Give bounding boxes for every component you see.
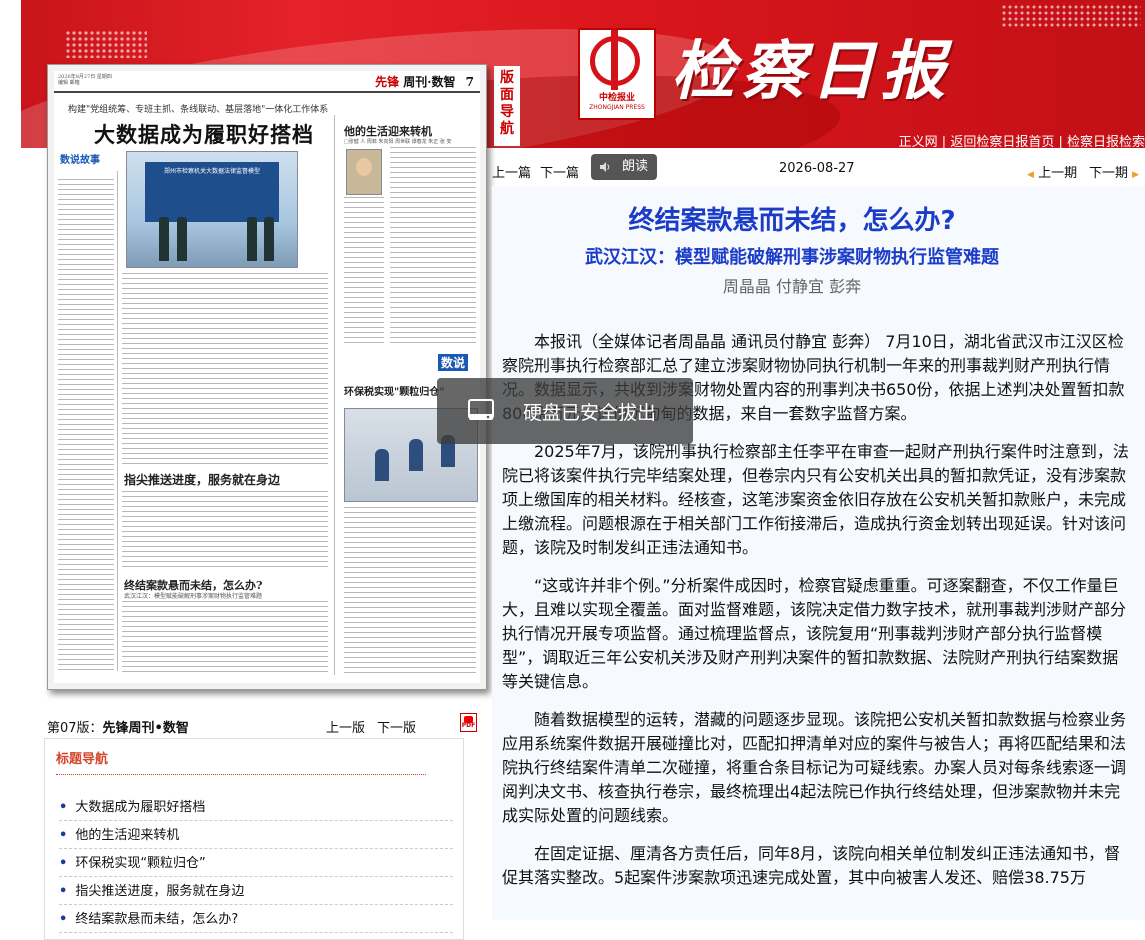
- toast-message: 硬盘已安全拔出: [523, 402, 657, 424]
- article-paragraph: 2025年7月，该院刑事执行检察部主任李平在审查一起财产刑执行案件时注意到，法院…: [502, 442, 1129, 557]
- top-links: 正义网 | 返回检察日报首页 | 检察日报检索: [898, 135, 1145, 148]
- thumb-column-rule: [117, 171, 118, 671]
- thumb-person: [247, 217, 257, 261]
- pdf-download-icon[interactable]: PDF: [460, 713, 477, 732]
- thumb-subtitle: 构建"党组统筹、专班主抓、条线联动、基层落地"一体化工作体系: [68, 105, 329, 115]
- thumb-title-3: 环保税实现"颗粒归仓": [344, 387, 445, 398]
- next-article-link[interactable]: 下一篇: [540, 162, 579, 181]
- thumb-section-rest: 周刊·数智: [403, 75, 456, 89]
- page-pager: 第07版：先锋周刊•数智 上一版 下一版 PDF: [47, 713, 479, 736]
- banner-dots: [65, 30, 147, 58]
- prev-issue-link[interactable]: ◀ 上一期: [1027, 162, 1077, 181]
- thumb-title-4: 指尖推送进度，服务就在身边: [124, 473, 281, 487]
- link-search[interactable]: 检察日报检索: [1067, 135, 1145, 148]
- logo-en-text: ZHONGJIAN PRESS: [589, 104, 645, 111]
- page-label: 第07版：先锋周刊•数智: [47, 717, 189, 736]
- article-authors: 周晶晶 付静宜 彭奔: [722, 277, 862, 296]
- prev-article-link[interactable]: 上一篇: [492, 162, 531, 181]
- article-paragraph: 在固定证据、厘清各方责任后，同年8月，该院向相关单位制发纠正违法通知书，督促其落…: [502, 844, 1121, 887]
- thumb-text-block: [122, 601, 328, 675]
- title-nav-item[interactable]: 终结案款悬而未结，怎么办?: [59, 905, 453, 933]
- prev-issue-label: 上一期: [1038, 166, 1078, 181]
- brand-title: 检察日报: [671, 34, 951, 109]
- title-nav-heading: 标题导航: [56, 752, 109, 767]
- title-nav-item[interactable]: 他的生活迎来转机: [59, 821, 453, 849]
- thumb-text-block: [344, 197, 384, 347]
- article-paragraph: 随着数据模型的运转，潜藏的问题逐步显现。该院把公安机关暂扣款数据与检察业务应用系…: [502, 710, 1127, 825]
- thumb-shuo-tag: 数说: [438, 354, 469, 371]
- thumb-text-block: [58, 179, 114, 673]
- next-issue-label: 下一期: [1089, 166, 1129, 181]
- drive-ejected-toast: 硬盘已安全拔出: [437, 378, 693, 444]
- thumb-right-title: 他的生活迎来转机: [344, 125, 432, 138]
- thumb-person: [159, 217, 169, 261]
- thumb-text-block: [344, 507, 476, 673]
- newspaper-page-thumbnail[interactable]: 2026年8月27日 星期四 编辑 邮箱 先锋 周刊·数智 7 构建"党组统筹、…: [47, 64, 487, 690]
- thumb-title-5-sub: 武汉江汉：模型赋能破解刑事涉案财物执行监管难题: [124, 593, 263, 600]
- logo-cn-text: 中检报业: [598, 93, 635, 103]
- article-toolbar: 上一篇 下一篇 朗读 2026-08-27 ◀ 上一期 下一期 ▶: [492, 152, 1145, 186]
- thumb-text-block: [390, 147, 476, 347]
- page-label-name: 先锋周刊•数智: [102, 721, 189, 736]
- thumb-text-block: [122, 491, 328, 571]
- next-issue-link[interactable]: 下一期 ▶: [1089, 162, 1139, 181]
- thumb-meta-editor: 编辑 邮箱: [58, 80, 80, 86]
- next-page-link[interactable]: 下一版: [377, 717, 416, 736]
- thumb-photo-screen: 郑州市检察机关大数据法律监督模型: [145, 162, 279, 222]
- thumb-person: [264, 217, 274, 261]
- thumb-header: 2026年8月27日 星期四 编辑 邮箱 先锋 周刊·数智 7: [54, 71, 480, 93]
- title-nav-item[interactable]: 大数据成为履职好搭档: [59, 793, 453, 821]
- page-label-prefix: 第07版：: [47, 721, 103, 736]
- thumb-page-no: 7: [465, 75, 474, 89]
- thumb-photo-main: 郑州市检察机关大数据法律监督模型: [126, 151, 298, 268]
- thumb-person: [177, 217, 187, 261]
- issue-date: 2026-08-27: [779, 161, 855, 176]
- press-logo: 中检报业 ZHONGJIAN PRESS: [578, 28, 656, 120]
- article-subtitle: 武汉江汉：模型赋能破解刑事涉案财物执行监管难题: [585, 247, 999, 268]
- banner-dots: [1001, 4, 1141, 28]
- article-title: 终结案款悬而未结，怎么办?: [628, 206, 956, 236]
- title-nav-list: 大数据成为履职好搭档 他的生活迎来转机 环保税实现“颗粒归仓” 指尖推送进度，服…: [59, 793, 453, 933]
- thumb-tag: 数说故事: [60, 155, 100, 166]
- link-zhengyi[interactable]: 正义网: [899, 135, 938, 148]
- thumb-section-main: 先锋: [375, 75, 400, 89]
- listen-label: 朗读: [622, 159, 649, 174]
- title-nav-item[interactable]: 环保税实现“颗粒归仓”: [59, 849, 453, 877]
- logo-bar-icon: [611, 30, 618, 90]
- title-nav-item[interactable]: 指尖推送进度，服务就在身边: [59, 877, 453, 905]
- title-nav-divider: [56, 774, 426, 775]
- title-navigation: 标题导航 大数据成为履职好搭档 他的生活迎来转机 环保税实现“颗粒归仓” 指尖推…: [44, 738, 464, 940]
- thumb-section: 先锋 周刊·数智 7: [375, 73, 474, 90]
- thumb-meta: 2026年8月27日 星期四 编辑 邮箱: [58, 74, 118, 86]
- newspaper-page: 2026年8月27日 星期四 编辑 邮箱 先锋 周刊·数智 7 构建"党组统筹、…: [54, 71, 480, 683]
- thumb-headline: 大数据成为履职好搭档: [94, 122, 314, 147]
- listen-button[interactable]: 朗读: [591, 154, 657, 180]
- prev-page-link[interactable]: 上一版: [326, 717, 365, 736]
- drive-icon: [468, 399, 494, 420]
- page-nav-tag: 版面导航: [494, 66, 520, 146]
- thumb-photo-caption: 郑州市检察机关大数据法律监督模型: [163, 168, 260, 175]
- thumb-portrait: [346, 149, 382, 195]
- arrow-right-icon: ▶: [1132, 170, 1140, 180]
- article-paragraph: “这或许并非个例。”分析案件成因时，检察官疑虑重重。可逐案翻查，不仅工作量巨大，…: [502, 576, 1127, 691]
- thumb-column-rule: [334, 115, 335, 675]
- speaker-icon: [600, 162, 610, 172]
- link-home[interactable]: 返回检察日报首页: [950, 135, 1054, 148]
- arrow-left-icon: ◀: [1027, 170, 1034, 180]
- thumb-person: [409, 439, 423, 471]
- thumb-text-block: [122, 273, 328, 467]
- thumb-right-sub: □张健 人 周菲 朱向阳 周世联 谭春龙 朱正 张 安: [344, 139, 452, 145]
- thumb-person: [375, 449, 389, 481]
